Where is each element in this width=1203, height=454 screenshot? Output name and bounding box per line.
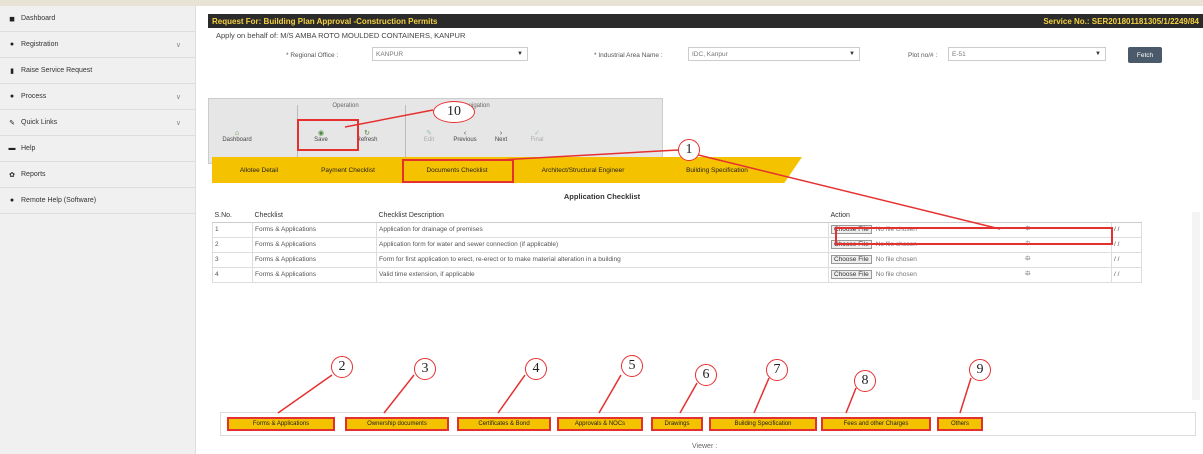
callout-5: 5 xyxy=(621,355,643,377)
callout-1: 1 xyxy=(678,139,700,161)
callout-3: 3 xyxy=(414,358,436,380)
callout-4: 4 xyxy=(525,358,547,380)
callout-7: 7 xyxy=(766,359,788,381)
callout-8: 8 xyxy=(854,370,876,392)
callout-2: 2 xyxy=(331,356,353,378)
callout-9: 9 xyxy=(969,359,991,381)
callout-6: 6 xyxy=(695,364,717,386)
callout-10: 10 xyxy=(433,101,475,123)
callout-arrows xyxy=(277,109,1001,414)
